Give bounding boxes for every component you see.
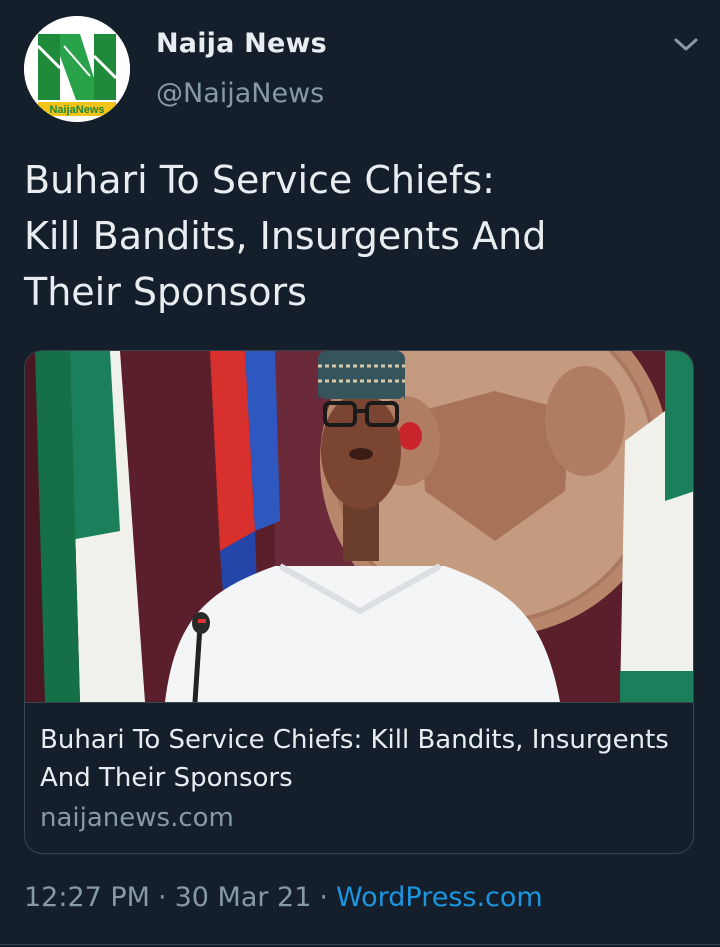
card-image — [25, 351, 693, 702]
tweet-text-line: Buhari To Service Chiefs: — [24, 158, 495, 202]
card-title[interactable]: Buhari To Service Chiefs: Kill Bandits, … — [40, 721, 680, 797]
card-photo — [25, 351, 693, 702]
tweet-text-line: Their Sponsors — [24, 270, 307, 314]
tweet-text-line: Kill Bandits, Insurgents And — [24, 214, 547, 258]
card-domain: naijanews.com — [40, 803, 234, 833]
tweet-container: NaijaNews Naija News @NaijaNews Buhari T… — [0, 0, 720, 947]
tweet-date[interactable]: 30 Mar 21 — [175, 882, 312, 913]
tweet-source-link[interactable]: WordPress.com — [336, 882, 543, 913]
naija-news-logo-icon: NaijaNews — [24, 16, 130, 122]
chevron-down-icon — [674, 38, 698, 51]
card-title-line: And Their Sponsors — [40, 763, 293, 793]
meta-separator: · — [157, 882, 167, 913]
card-divider — [25, 702, 693, 703]
meta-separator: · — [319, 882, 328, 913]
author-display-name[interactable]: Naija News — [156, 28, 327, 59]
tweet-text: Buhari To Service Chiefs: Kill Bandits, … — [24, 152, 684, 320]
tweet-time[interactable]: 12:27 PM — [24, 882, 150, 913]
card-title-line: Buhari To Service Chiefs: Kill Bandits, … — [40, 725, 669, 755]
tweet-meta: 12:27 PM · 30 Mar 21 · WordPress.com — [24, 882, 543, 913]
avatar-logo-text: NaijaNews — [49, 104, 104, 116]
more-options-button[interactable] — [670, 30, 702, 58]
divider — [0, 944, 720, 945]
author-avatar[interactable]: NaijaNews — [24, 16, 130, 122]
author-handle[interactable]: @NaijaNews — [156, 78, 324, 109]
link-preview-card[interactable]: Buhari To Service Chiefs: Kill Bandits, … — [24, 350, 694, 854]
